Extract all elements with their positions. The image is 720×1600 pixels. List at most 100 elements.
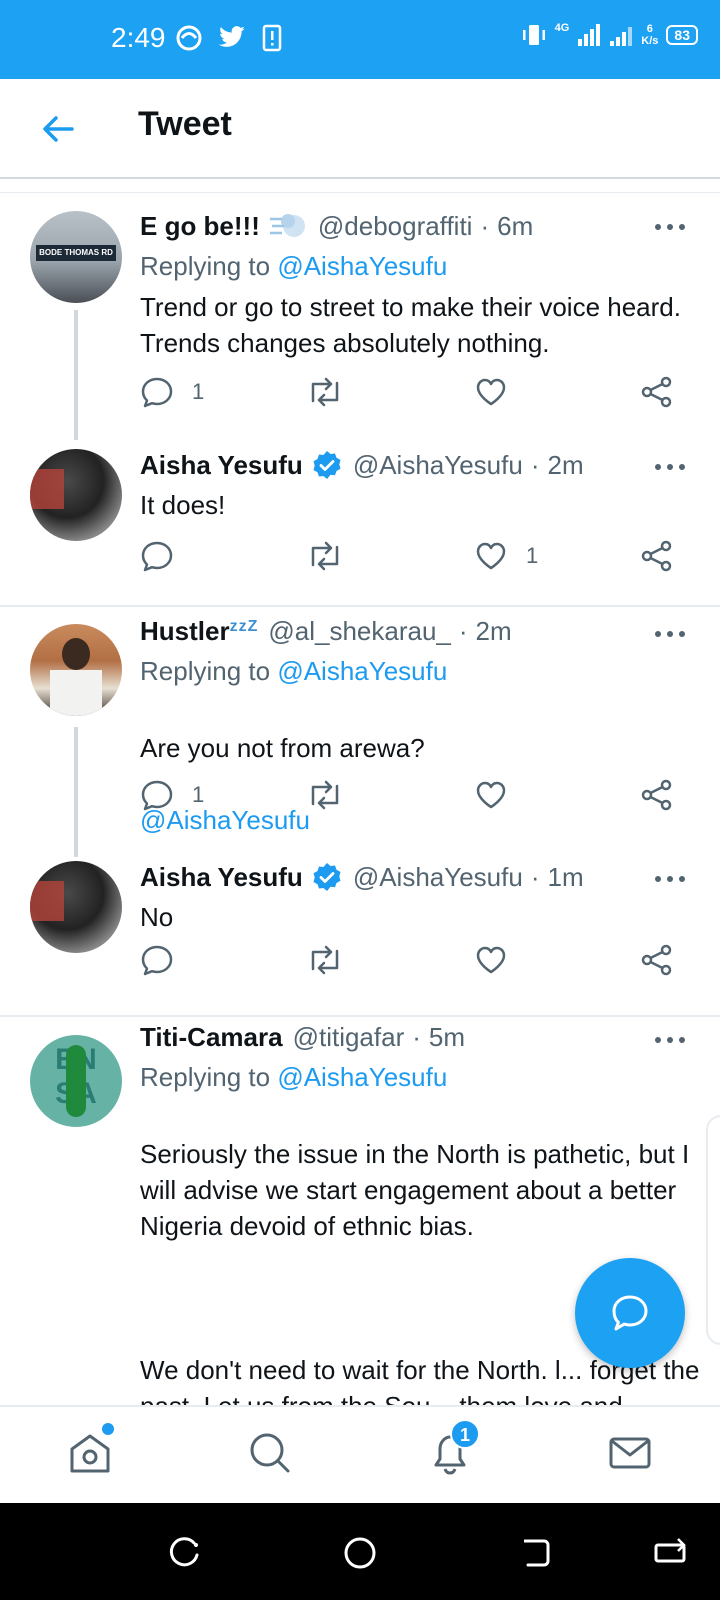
tweet-item[interactable]: Aisha Yesufu @AishaYesufu · 1m No xyxy=(0,857,720,1015)
reply-icon xyxy=(141,377,173,408)
author-name[interactable]: Hustler xyxy=(140,616,230,647)
author-name[interactable]: E go be!!! xyxy=(140,211,260,242)
sleep-emoji: zzZ xyxy=(229,617,259,635)
vibrate-icon xyxy=(522,25,545,45)
retweet-button[interactable] xyxy=(306,778,344,812)
tweet-time: 5m xyxy=(428,1022,466,1052)
reply-button[interactable]: 1 xyxy=(140,375,204,409)
like-count: 1 xyxy=(526,543,539,568)
mention-link[interactable]: @AishaYesufu xyxy=(277,656,447,686)
reply-count: 1 xyxy=(192,782,205,807)
retweet-icon xyxy=(311,541,339,571)
tweet-actions: 1 xyxy=(140,539,690,579)
heart-icon xyxy=(476,542,506,570)
heart-icon xyxy=(476,781,506,809)
tweet-time: 2m xyxy=(475,616,512,646)
like-button[interactable] xyxy=(474,375,526,409)
avatar[interactable]: ENSA xyxy=(30,1035,122,1127)
tweet-item[interactable]: Hustler zzZ @al_shekarau_ · 2m Replying … xyxy=(0,612,720,857)
avatar[interactable] xyxy=(30,449,122,541)
mail-icon xyxy=(609,1437,651,1469)
back-arrow-icon[interactable] xyxy=(38,109,78,149)
tweet-time: 6m xyxy=(497,210,534,241)
nav-notifications[interactable]: 1 xyxy=(426,1419,480,1477)
share-icon xyxy=(641,376,672,408)
author-handle[interactable]: @debograffiti xyxy=(318,211,473,242)
avatar[interactable]: BODE THOMAS RD xyxy=(30,211,122,303)
more-options-icon[interactable] xyxy=(650,624,690,644)
network-speed: 6 K/s xyxy=(641,23,659,47)
retweet-button[interactable] xyxy=(306,375,344,409)
mention-link[interactable]: @AishaYesufu xyxy=(277,251,447,281)
author-handle[interactable]: @AishaYesufu xyxy=(353,450,523,481)
more-options-icon[interactable] xyxy=(650,869,690,889)
share-button[interactable] xyxy=(640,375,674,409)
nav-search[interactable] xyxy=(246,1429,294,1477)
share-button[interactable] xyxy=(640,539,674,573)
like-button[interactable] xyxy=(474,778,526,812)
avatar[interactable] xyxy=(30,861,122,953)
more-options-icon[interactable] xyxy=(650,1030,690,1050)
tweet-actions xyxy=(140,943,690,983)
replying-to: Replying to @AishaYesufu xyxy=(140,251,448,281)
avatar[interactable] xyxy=(30,624,122,716)
share-button[interactable] xyxy=(640,778,674,812)
nav-messages[interactable] xyxy=(606,1429,654,1477)
share-icon xyxy=(641,779,672,811)
search-icon xyxy=(250,1433,290,1473)
reply-button[interactable] xyxy=(140,943,192,977)
author-handle[interactable]: @al_shekarau_ xyxy=(268,616,451,647)
author-name[interactable]: Aisha Yesufu xyxy=(140,450,303,481)
like-button[interactable] xyxy=(474,943,526,977)
reply-button[interactable]: 1 xyxy=(140,778,204,812)
retweet-icon xyxy=(311,377,339,407)
verified-badge-icon xyxy=(313,451,341,479)
divider xyxy=(0,1015,720,1017)
home-icon xyxy=(70,1434,110,1473)
reply-icon xyxy=(141,541,173,572)
reply-count: 1 xyxy=(192,379,205,404)
tweet-item[interactable]: BODE THOMAS RD E go be!!! @debograffiti … xyxy=(0,205,720,445)
author-handle[interactable]: @AishaYesufu xyxy=(353,862,523,893)
author-name[interactable]: Aisha Yesufu xyxy=(140,862,303,893)
share-icon xyxy=(641,540,672,572)
retweet-button[interactable] xyxy=(306,539,344,573)
nav-home[interactable] xyxy=(66,1423,114,1477)
back-button-icon[interactable] xyxy=(516,1533,556,1573)
reply-bubble-icon xyxy=(612,1295,648,1331)
new-content-dot xyxy=(102,1423,114,1435)
tweet-time: 1m xyxy=(547,861,584,892)
retweet-icon xyxy=(311,945,339,975)
author-handle[interactable]: @titigafar xyxy=(293,1022,405,1053)
system-nav-bar xyxy=(0,1503,720,1600)
more-options-icon[interactable] xyxy=(650,457,690,477)
mention-link[interactable]: @AishaYesufu xyxy=(277,1062,447,1092)
sim-alert-icon xyxy=(262,24,282,52)
tweet-item[interactable]: Aisha Yesufu @AishaYesufu · 2m It does! … xyxy=(0,445,720,605)
reply-button[interactable] xyxy=(140,539,192,573)
more-options-icon[interactable] xyxy=(650,217,690,237)
notifications-badge: 1 xyxy=(450,1419,480,1449)
heart-icon xyxy=(476,946,506,974)
battery-indicator: 83 xyxy=(666,25,698,45)
retweet-icon xyxy=(311,780,339,810)
signal-icon xyxy=(578,24,601,46)
signal-icon-2 xyxy=(610,27,633,46)
divider xyxy=(0,605,720,607)
retweet-button[interactable] xyxy=(306,943,344,977)
like-button[interactable]: 1 xyxy=(474,539,538,573)
tweet-actions: 1 xyxy=(140,778,690,818)
tweet-actions: 1 xyxy=(140,375,690,415)
verified-badge-icon xyxy=(313,863,341,891)
share-icon xyxy=(641,944,672,976)
tweet-time: 2m xyxy=(547,449,584,480)
share-button[interactable] xyxy=(640,943,674,977)
divider xyxy=(0,192,720,193)
compose-reply-button[interactable] xyxy=(575,1258,685,1368)
tweet-text: Trend or go to street to make their voic… xyxy=(140,292,681,358)
network-type: 4G xyxy=(554,22,570,34)
home-button-icon[interactable] xyxy=(340,1533,380,1573)
author-name[interactable]: Titi-Camara xyxy=(140,1022,283,1053)
recent-apps-icon[interactable] xyxy=(164,1533,204,1573)
rotate-screen-icon[interactable] xyxy=(650,1533,690,1573)
